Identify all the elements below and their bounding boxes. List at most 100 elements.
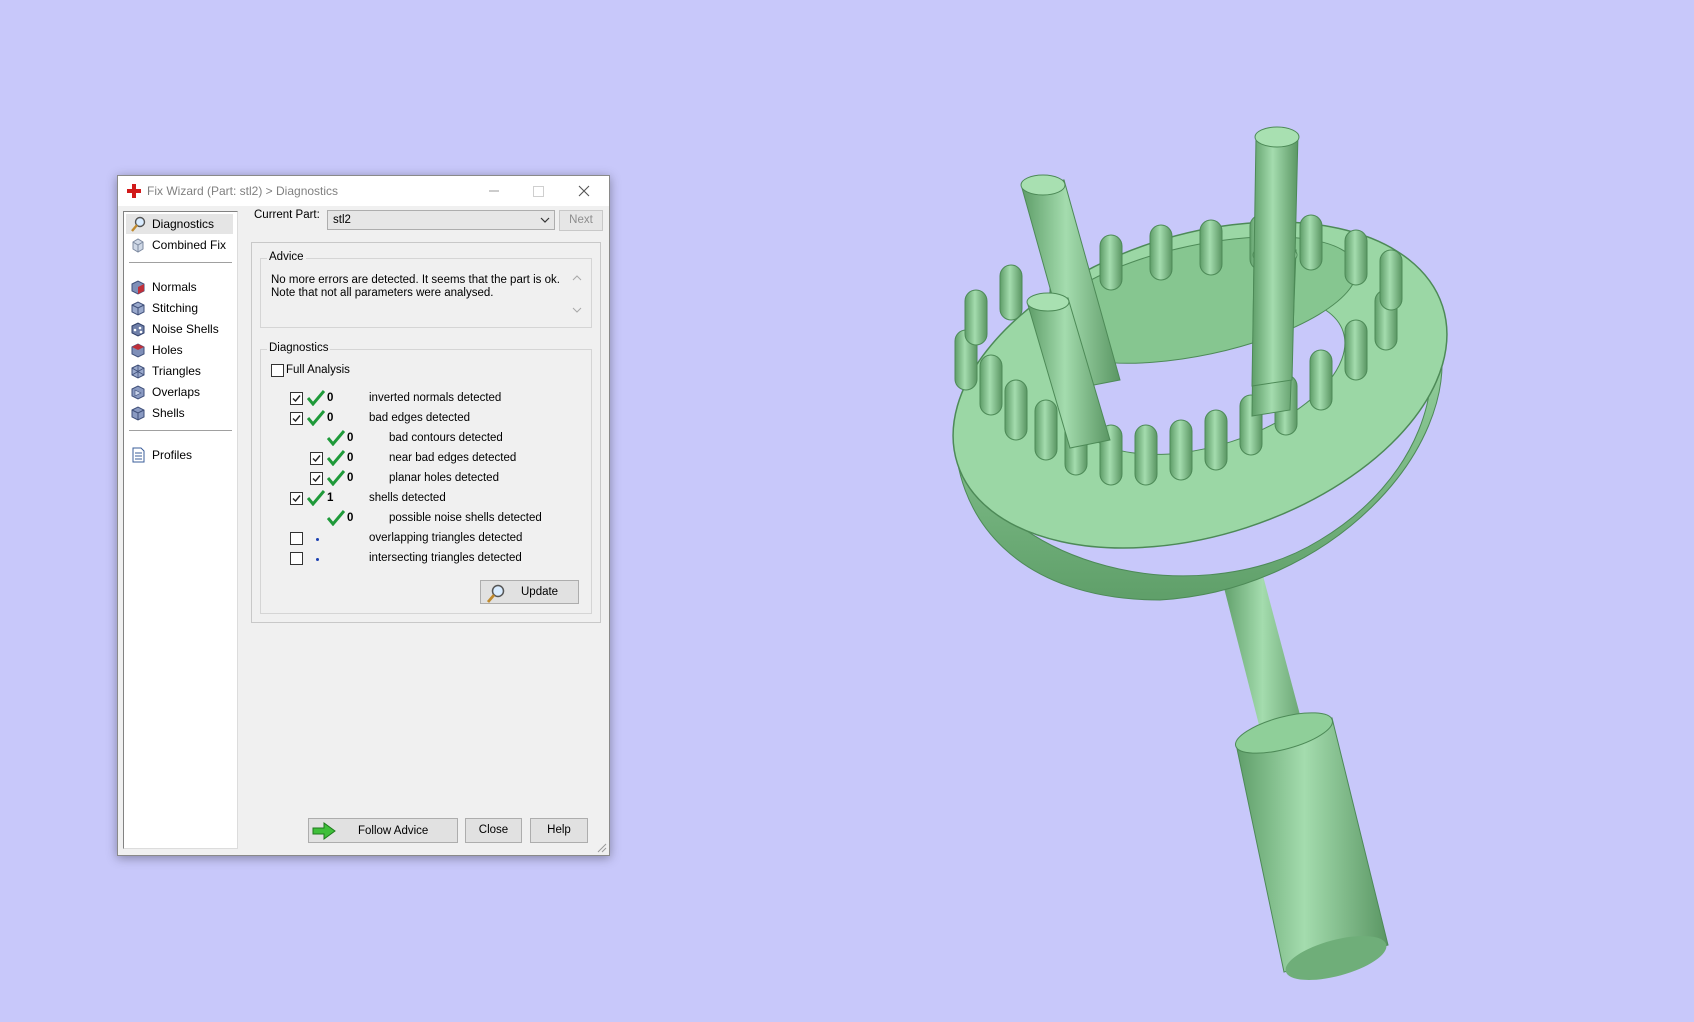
magnifier-icon — [131, 216, 146, 232]
sidebar-item-normals[interactable]: Normals — [126, 277, 233, 297]
diagnostic-label: intersecting triangles detected — [369, 552, 522, 564]
advice-scrollbar[interactable] — [569, 271, 585, 317]
count: 0 — [347, 512, 354, 524]
noise-shells-icon — [131, 322, 145, 337]
sidebar-item-label: Diagnostics — [152, 217, 215, 231]
diagnostic-label: overlapping triangles detected — [369, 532, 523, 544]
stitching-cube-icon — [131, 301, 145, 316]
diagnostics-panel: Advice No more errors are detected. It s… — [251, 242, 601, 623]
chevron-down-icon — [540, 217, 550, 223]
triangles-cube-icon — [131, 364, 145, 379]
pending-dot-icon — [316, 538, 319, 541]
maximize-icon — [533, 186, 544, 197]
sidebar-item-label: Overlaps — [152, 385, 201, 399]
follow-advice-button[interactable]: Follow Advice — [308, 818, 458, 843]
follow-advice-label: Follow Advice — [358, 825, 429, 837]
sidebar-item-label: Profiles — [152, 448, 193, 462]
advice-title: Advice — [267, 251, 306, 263]
scroll-arrows-icon — [572, 275, 582, 313]
inverted-normals-checkbox[interactable] — [290, 392, 303, 405]
advice-group: Advice No more errors are detected. It s… — [260, 251, 592, 328]
red-cross-icon — [127, 184, 141, 198]
sidebar-item-label: Stitching — [152, 301, 199, 315]
diagnostic-label: planar holes detected — [389, 472, 499, 484]
full-analysis-checkbox[interactable] — [271, 364, 284, 377]
diagnostic-label: shells detected — [369, 492, 446, 504]
sidebar-item-combined-fix[interactable]: Combined Fix — [126, 235, 233, 255]
count: 0 — [327, 392, 334, 404]
diagnostics-title: Diagnostics — [267, 342, 331, 354]
sidebar-item-label: Combined Fix — [152, 238, 227, 252]
close-window-button[interactable] — [562, 176, 606, 206]
count: 0 — [347, 472, 354, 484]
current-part-label: Current Part: — [254, 209, 320, 221]
minimize-button[interactable] — [472, 176, 516, 206]
dialog-title: Fix Wizard (Part: stl2) > Diagnostics — [147, 184, 339, 198]
current-part-select[interactable]: stl2 — [327, 210, 555, 230]
close-button[interactable]: Close — [465, 818, 522, 843]
sidebar-item-holes[interactable]: Holes — [126, 340, 233, 360]
diagnostic-label: bad edges detected — [369, 412, 471, 424]
full-analysis-label: Full Analysis — [286, 364, 350, 376]
update-label: Update — [521, 586, 559, 598]
diagnostic-label: near bad edges detected — [389, 452, 517, 464]
checkmark-icon — [292, 395, 301, 403]
count: 1 — [327, 492, 334, 504]
intersecting-triangles-checkbox[interactable] — [290, 552, 303, 565]
sidebar-item-diagnostics[interactable]: Diagnostics — [126, 214, 233, 234]
checkmark-icon — [312, 455, 321, 463]
cube-icon — [132, 238, 144, 253]
sidebar-item-overlaps[interactable]: Overlaps — [126, 382, 233, 402]
sidebar-separator — [129, 262, 232, 264]
diagnostics-group: Diagnostics Full Analysis 0 inverted nor… — [260, 342, 592, 614]
shells-checkbox[interactable] — [290, 492, 303, 505]
minimize-icon — [489, 190, 499, 192]
bad-edges-checkbox[interactable] — [290, 412, 303, 425]
overlapping-triangles-checkbox[interactable] — [290, 532, 303, 545]
next-button[interactable]: Next — [559, 210, 603, 231]
checkmark-icon — [292, 495, 301, 503]
green-check-icon — [307, 490, 325, 506]
sidebar-item-triangles[interactable]: Triangles — [126, 361, 233, 381]
checkmark-icon — [292, 415, 301, 423]
title-bar[interactable]: Fix Wizard (Part: stl2) > Diagnostics — [118, 176, 609, 206]
advice-line-1: No more errors are detected. It seems th… — [271, 274, 560, 286]
resize-grip-icon[interactable] — [597, 843, 607, 853]
fix-wizard-dialog: Fix Wizard (Part: stl2) > Diagnostics Di… — [117, 175, 610, 856]
magnifier-icon — [486, 584, 505, 603]
close-icon — [578, 185, 590, 197]
shells-cube-icon — [131, 406, 145, 421]
sidebar: Diagnostics Combined Fix Normals Stitchi… — [123, 211, 238, 849]
sidebar-item-stitching[interactable]: Stitching — [126, 298, 233, 318]
checkmark-icon — [312, 475, 321, 483]
sidebar-item-label: Shells — [152, 406, 185, 420]
green-check-icon — [327, 450, 345, 466]
diagnostic-label: possible noise shells detected — [389, 512, 542, 524]
overlaps-cube-icon — [131, 385, 145, 400]
holes-cube-icon — [131, 343, 145, 358]
green-arrow-icon — [312, 822, 336, 840]
green-check-icon — [307, 390, 325, 406]
near-bad-edges-checkbox[interactable] — [310, 452, 323, 465]
count: 0 — [347, 452, 354, 464]
help-button[interactable]: Help — [530, 818, 588, 843]
diagnostic-label: bad contours detected — [389, 432, 503, 444]
count: 0 — [347, 432, 354, 444]
sidebar-item-label: Holes — [152, 343, 183, 357]
green-check-icon — [327, 510, 345, 526]
diagnostic-label: inverted normals detected — [369, 392, 502, 404]
sidebar-item-shells[interactable]: Shells — [126, 403, 233, 423]
green-check-icon — [327, 470, 345, 486]
planar-holes-checkbox[interactable] — [310, 472, 323, 485]
green-check-icon — [327, 430, 345, 446]
sidebar-separator — [129, 430, 232, 432]
update-button[interactable]: Update — [480, 580, 579, 604]
advice-line-2: Note that not all parameters were analys… — [271, 287, 494, 299]
sidebar-item-noise-shells[interactable]: Noise Shells — [126, 319, 233, 339]
pending-dot-icon — [316, 558, 319, 561]
profiles-document-icon — [132, 447, 145, 463]
maximize-button[interactable] — [516, 176, 560, 206]
count: 0 — [327, 412, 334, 424]
green-check-icon — [307, 410, 325, 426]
sidebar-item-profiles[interactable]: Profiles — [126, 445, 233, 465]
